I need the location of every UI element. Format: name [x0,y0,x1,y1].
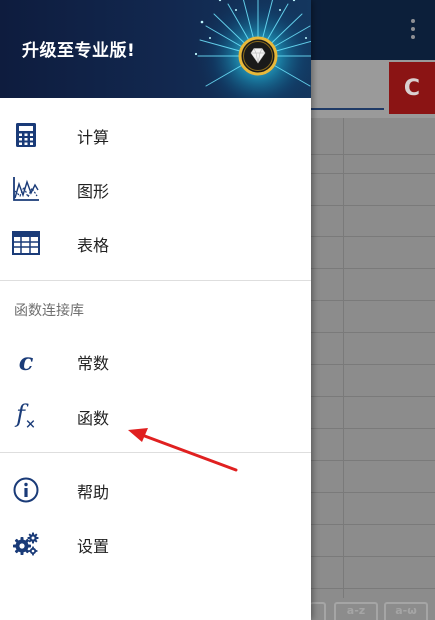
diamond-icon [238,36,278,76]
upgrade-banner[interactable]: 升级至专业版! [0,0,311,98]
keyboard-tab-latin[interactable]: a-z [334,602,378,620]
menu-label-graph: 图形 [77,182,110,201]
menu-label-constants: 常数 [77,354,110,373]
more-options-icon[interactable] [402,14,424,44]
menu-label-settings: 设置 [77,537,110,556]
menu-divider [0,280,311,281]
graph-icon [12,175,40,203]
menu-item-calculate[interactable]: 计算 [0,109,311,161]
calculator-icon [12,121,40,149]
keyboard-tabs: a-z a-ω [310,598,435,620]
menu-item-constants[interactable]: c 常数 [0,335,311,387]
annotation-arrow [128,428,238,472]
keyboard-tab-greek[interactable]: a-ω [384,602,428,620]
constant-glyph: c [18,346,34,376]
expression-input[interactable] [310,108,384,110]
function-glyph: f [16,400,25,429]
menu-item-table[interactable]: 表格 [0,217,311,269]
clear-button[interactable]: C [389,62,435,114]
menu-label-help: 帮助 [77,483,110,502]
constant-icon: c [12,346,40,376]
table-icon [12,229,40,257]
menu-label-calculate: 计算 [77,128,110,147]
menu-item-graph[interactable]: 图形 [0,163,311,215]
info-icon [12,476,40,504]
menu-item-settings[interactable]: 设置 [0,518,311,570]
function-icon: f× [16,400,36,432]
menu-label-functions: 函数 [77,409,110,428]
keyboard-tab-numbers[interactable] [310,602,326,620]
navigation-drawer: 升级至专业版! 计算 图形 表格 函数连接库 c 常数 f× 函数 帮助 设置 [0,0,311,620]
settings-icon [12,530,40,558]
menu-label-table: 表格 [77,236,110,255]
library-section-title: 函数连接库 [14,303,84,319]
upgrade-title: 升级至专业版! [22,41,136,61]
